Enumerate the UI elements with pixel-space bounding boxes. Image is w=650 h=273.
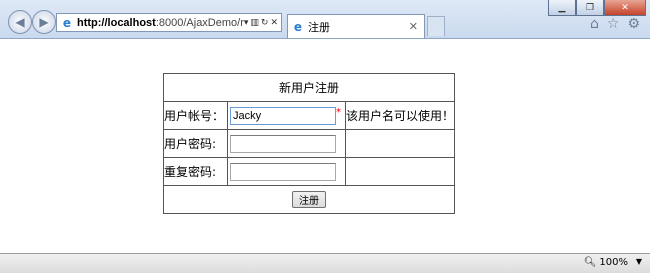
back-button[interactable]: ◀	[8, 10, 32, 34]
tab-register[interactable]: e 注册 ✕	[287, 14, 425, 38]
zoom-dropdown-icon[interactable]: ▼	[636, 257, 642, 266]
confirm-message-cell	[344, 157, 456, 186]
compatibility-icon[interactable]: ▥	[250, 18, 259, 28]
required-mark: *	[335, 106, 341, 118]
back-arrow-icon: ◀	[15, 15, 25, 29]
register-form-table: 新用户注册 用户帐号： * 该用户名可以使用！ 用户密码: 重复密码: 注册	[163, 73, 456, 214]
password-cell	[226, 129, 346, 158]
browser-chrome: ▁ ❐ ✕ ◀ ▶ e http://localhost:8000/AjaxDe…	[0, 0, 650, 39]
tab-ie-icon: e	[293, 19, 303, 34]
zoom-level: 100%	[599, 257, 628, 268]
password-message-cell	[344, 129, 456, 158]
password-input[interactable]	[229, 134, 336, 153]
form-title: 新用户注册	[163, 73, 455, 102]
forward-arrow-icon: ▶	[39, 15, 49, 29]
tab-close-icon[interactable]: ✕	[409, 20, 418, 33]
address-host: http://localhost	[77, 16, 156, 29]
username-status-message: 该用户名可以使用！	[344, 101, 456, 130]
ie-page-icon: e	[62, 15, 72, 30]
confirm-password-cell	[226, 157, 346, 186]
password-label: 用户密码:	[163, 129, 228, 158]
zoom-magnifier-icon: 🔍︎	[583, 257, 597, 268]
close-window-icon[interactable]: ✕	[604, 0, 646, 16]
window-controls: ▁ ❐ ✕	[548, 0, 646, 16]
settings-gear-icon[interactable]: ⚙	[627, 16, 640, 32]
refresh-icon[interactable]: ↻	[261, 18, 269, 28]
new-tab-button[interactable]	[427, 16, 445, 36]
page-content: 新用户注册 用户帐号： * 该用户名可以使用！ 用户密码: 重复密码: 注册	[0, 39, 650, 253]
username-label: 用户帐号：	[163, 101, 228, 130]
zoom-control[interactable]: 🔍︎ 100%	[584, 257, 628, 268]
minimize-icon[interactable]: ▁	[548, 0, 576, 16]
tab-title: 注册	[308, 20, 330, 34]
submit-cell: 注册	[163, 185, 455, 214]
stop-icon[interactable]: ✕	[270, 18, 278, 28]
status-bar: 🔍︎ 100% ▼	[0, 253, 650, 273]
register-button[interactable]: 注册	[292, 191, 326, 208]
address-url[interactable]: http://localhost:8000/AjaxDemo/register	[77, 17, 244, 29]
dropdown-arrow-icon[interactable]: ▾	[244, 18, 249, 28]
address-path: :8000/AjaxDemo/register	[155, 16, 244, 29]
address-bar[interactable]: e http://localhost:8000/AjaxDemo/registe…	[56, 13, 282, 32]
forward-button[interactable]: ▶	[32, 10, 56, 34]
home-icon[interactable]: ⌂	[590, 16, 599, 32]
restore-icon[interactable]: ❐	[576, 0, 604, 16]
username-input[interactable]	[229, 106, 336, 125]
username-cell: *	[226, 101, 346, 130]
confirm-password-label: 重复密码:	[163, 157, 228, 186]
favorites-star-icon[interactable]: ☆	[607, 16, 620, 32]
confirm-password-input[interactable]	[229, 162, 336, 181]
